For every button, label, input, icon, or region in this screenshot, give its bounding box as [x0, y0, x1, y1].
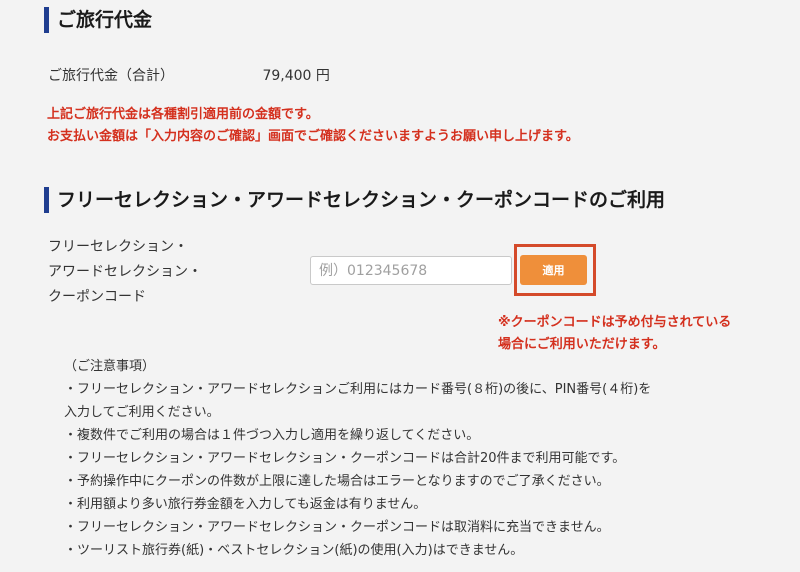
list-item: ・利用額より多い旅行券金額を入力しても返金は有りません。	[64, 497, 427, 512]
coupon-note-line: ※クーポンコードは予め付与されている	[498, 315, 732, 330]
coupon-section-heading: フリーセレクション・アワードセレクション・クーポンコードのご利用	[44, 187, 665, 213]
fare-total-value: 79,400 円	[262, 68, 330, 84]
fare-warning-2: お支払い金額は「入力内容のご確認」画面でご確認くださいますようお願い申し上げます…	[47, 129, 579, 144]
coupon-label-line: フリーセレクション・	[48, 239, 188, 255]
list-item: ・予約操作中にクーポンの件数が上限に達した場合はエラーとなりますのでご了承くださ…	[64, 474, 610, 489]
notes-list: ・フリーセレクション・アワードセレクションご利用にはカード番号(８桁)の後に、P…	[64, 378, 764, 562]
coupon-label-line: クーポンコード	[48, 289, 146, 305]
list-item: ・ツーリスト旅行券(紙)・ベストセレクション(紙)の使用(入力)はできません。	[64, 543, 524, 558]
list-item: ・フリーセレクション・アワードセレクションご利用にはカード番号(８桁)の後に、P…	[64, 382, 652, 397]
fare-section-heading: ご旅行代金	[44, 7, 152, 33]
coupon-field-label: フリーセレクション・ アワードセレクション・ クーポンコード	[48, 235, 248, 310]
coupon-code-input[interactable]	[310, 256, 512, 285]
list-item: ・複数件でご利用の場合は１件づつ入力し適用を繰り返してください。	[64, 428, 480, 443]
coupon-note-line: 場合にご利用いただけます。	[498, 337, 666, 352]
apply-button[interactable]: 適用	[520, 255, 587, 285]
coupon-label-line: アワードセレクション・	[48, 264, 202, 280]
fare-total-label: ご旅行代金（合計）	[48, 68, 174, 84]
page: ご旅行代金 ご旅行代金（合計） 79,400 円 上記ご旅行代金は各種割引適用前…	[0, 0, 800, 572]
fare-total-row: ご旅行代金（合計） 79,400 円	[48, 65, 330, 85]
notes-title: （ご注意事項）	[64, 359, 156, 374]
list-item: ・フリーセレクション・アワードセレクション・クーポンコードは合計20件まで利用可…	[64, 451, 626, 466]
list-item: ・フリーセレクション・アワードセレクション・クーポンコードは取消料に充当できませ…	[64, 520, 610, 535]
coupon-note: ※クーポンコードは予め付与されている 場合にご利用いただけます。	[498, 312, 731, 356]
fare-warning-1: 上記ご旅行代金は各種割引適用前の金額です。	[47, 107, 319, 122]
list-item: 入力してご利用ください。	[64, 405, 220, 420]
